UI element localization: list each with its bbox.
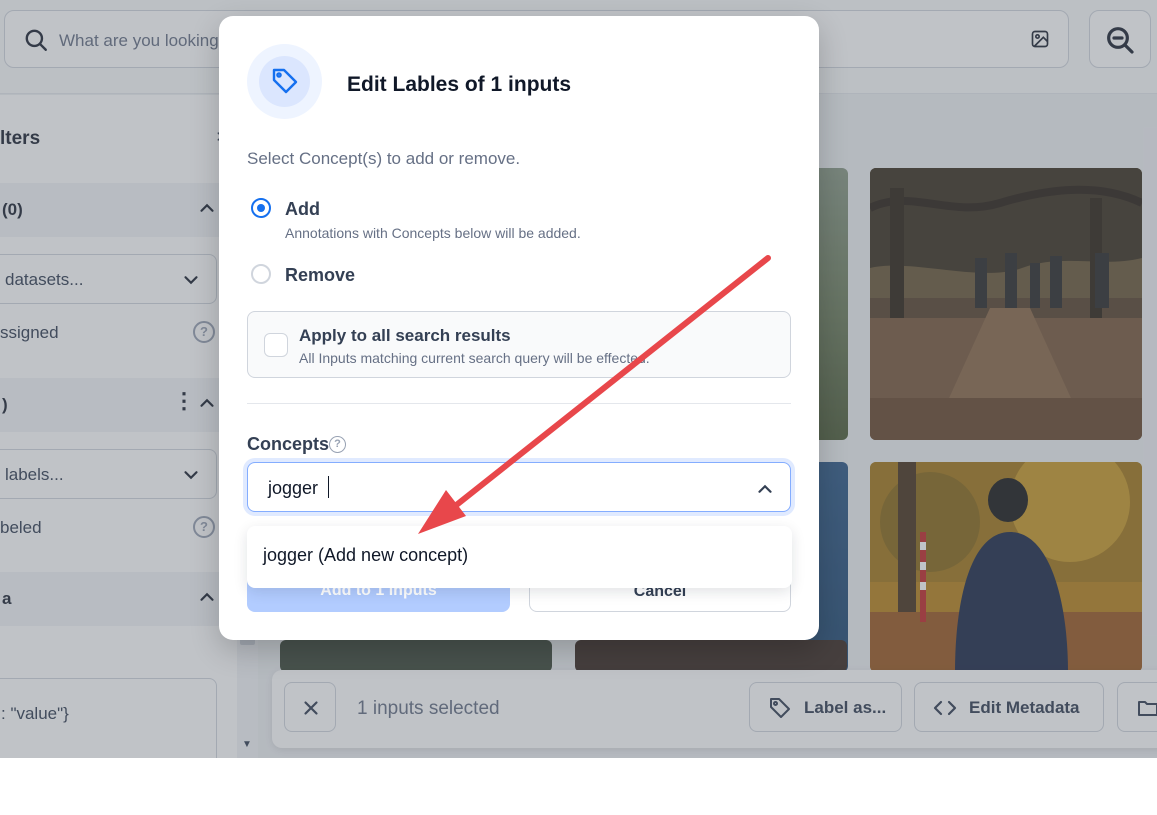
concepts-help-icon[interactable]: ?: [329, 436, 346, 453]
apply-to-all-checkbox[interactable]: [264, 333, 288, 357]
app-window: What are you looking lters × (0) dataset…: [0, 0, 1157, 758]
concepts-input-value[interactable]: jogger: [268, 478, 318, 499]
remove-radio[interactable]: [251, 264, 271, 284]
apply-to-all-option[interactable]: Apply to all search results All Inputs m…: [247, 311, 791, 378]
apply-to-all-label[interactable]: Apply to all search results: [299, 326, 511, 346]
concepts-label: Concepts: [247, 434, 330, 454]
add-radio-description: Annotations with Concepts below will be …: [285, 225, 581, 241]
apply-to-all-description: All Inputs matching current search query…: [299, 350, 650, 366]
divider: [247, 403, 791, 404]
add-new-concept-option[interactable]: jogger (Add new concept): [263, 545, 468, 566]
concepts-dropdown: jogger (Add new concept): [247, 526, 792, 588]
chevron-up-icon[interactable]: [754, 478, 776, 500]
concepts-input[interactable]: jogger: [247, 462, 791, 512]
add-radio-label[interactable]: Add: [285, 199, 320, 220]
dialog-subtitle: Select Concept(s) to add or remove.: [247, 149, 521, 168]
add-radio[interactable]: [251, 198, 271, 218]
remove-radio-label[interactable]: Remove: [285, 265, 355, 286]
dialog-title: Edit Lables of 1 inputs: [347, 73, 572, 96]
dialog-icon-badge: [247, 44, 322, 119]
edit-labels-dialog: Edit Lables of 1 inputs Select Concept(s…: [219, 16, 819, 640]
text-caret: [328, 476, 329, 498]
tag-icon: [272, 68, 298, 94]
